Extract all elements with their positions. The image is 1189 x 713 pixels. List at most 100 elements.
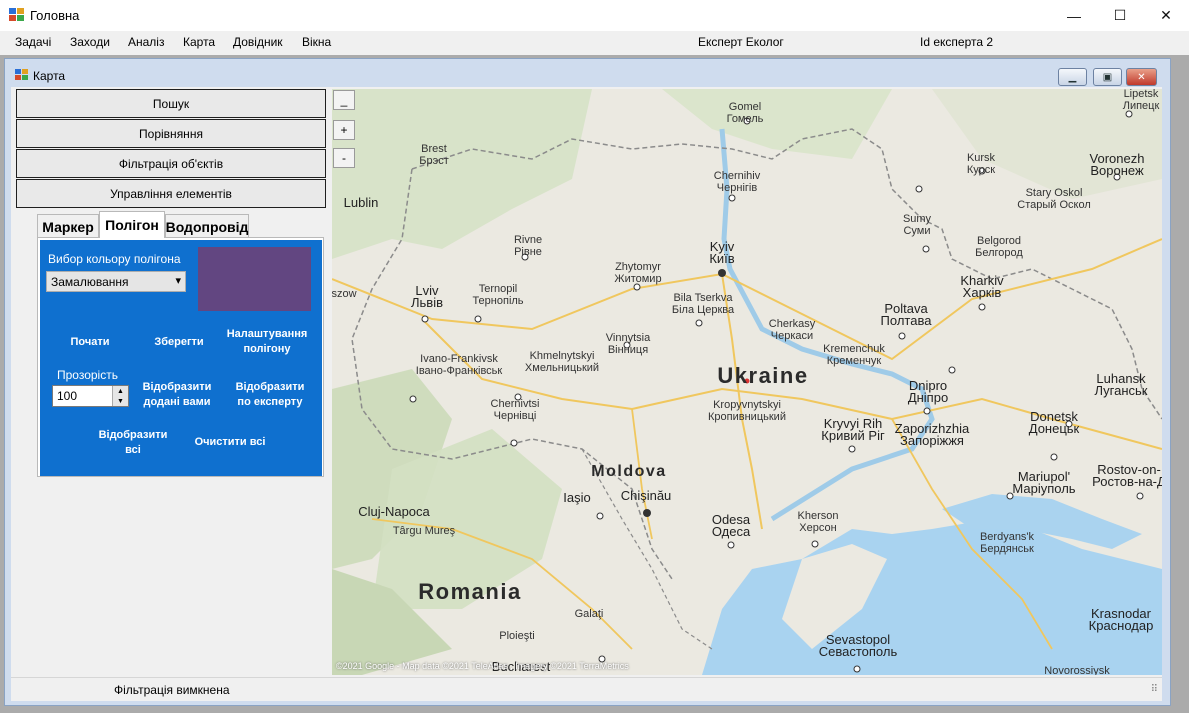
menu-reference[interactable]: Довідник <box>233 35 283 49</box>
child-client-area: Пошук Порівняння Фільтрація об'єктів Упр… <box>11 87 1162 701</box>
maximize-button[interactable]: ☐ <box>1097 0 1143 31</box>
user-role: Експерт Еколог <box>698 35 784 49</box>
fill-mode-value: Замалювання <box>51 275 129 289</box>
map-attribution: ©2021 Google - Map data ©2021 TeleAtlas … <box>336 661 629 671</box>
city-label: Chişinău <box>620 488 672 503</box>
city-label: Stary Oskol Старый Оскол <box>1017 187 1091 211</box>
restore-icon: ▣ <box>1102 71 1113 83</box>
window-title: Головна <box>30 8 80 23</box>
show-all-button[interactable]: Відобразити всі <box>93 428 173 458</box>
chevron-down-icon: ▾ <box>175 275 181 287</box>
polygon-color-swatch[interactable] <box>198 247 311 311</box>
city-label: Kyiv Київ <box>709 239 735 266</box>
city-label: Târgu Mureş <box>392 525 456 537</box>
child-restore-button[interactable]: ▣ <box>1093 68 1122 86</box>
close-button[interactable]: ✕ <box>1143 0 1189 31</box>
city-label: Rostov-on- Ростов-на-Д <box>1092 462 1162 489</box>
city-label: Vinnytsia Вінниця <box>605 332 651 356</box>
stepper-up-icon[interactable]: ▲ <box>112 386 128 396</box>
child-close-button[interactable]: ✕ <box>1126 68 1157 86</box>
menu-bar: Задачі Заходи Аналіз Карта Довідник Вікн… <box>0 31 1189 55</box>
city-label: Poltava Полтава <box>880 301 932 328</box>
city-label: Khmelnytskyi Хмельницький <box>524 350 600 374</box>
opacity-stepper[interactable]: 100 ▲ ▼ <box>52 385 129 407</box>
city-label: Iaşio <box>563 490 591 505</box>
opacity-label: Прозорість <box>57 368 118 382</box>
close-icon: ✕ <box>1160 7 1172 23</box>
tab-marker[interactable]: Маркер <box>37 214 99 238</box>
city-label: Cherkasy Черкаси <box>768 318 816 342</box>
country-label-romania: Romania <box>418 579 522 604</box>
city-label: Lviv Львів <box>410 283 444 310</box>
expert-id: Id експерта 2 <box>920 35 994 49</box>
city-label: Krasnodar Краснодар <box>1088 606 1154 633</box>
maximize-icon: ☐ <box>1113 7 1127 23</box>
search-button[interactable]: Пошук <box>16 89 326 118</box>
compare-button[interactable]: Порівняння <box>16 119 326 148</box>
zoom-out-button[interactable]: - <box>333 148 355 168</box>
polygon-color-label: Вибор кольору полігона <box>48 252 181 266</box>
city-label: Voronezh Воронеж <box>1089 151 1145 178</box>
save-button[interactable]: Зберегти <box>149 335 209 350</box>
menu-windows[interactable]: Вікна <box>302 35 331 49</box>
menu-measures[interactable]: Заходи <box>70 35 110 49</box>
city-label: Kryvyi Rih Кривий Ріг <box>821 416 885 443</box>
resize-grip-icon[interactable]: ⠿ <box>1151 684 1158 695</box>
country-label-moldova: Moldova <box>591 463 667 480</box>
country-label-ukraine: Ukraine <box>717 363 809 388</box>
tab-polygon[interactable]: Полігон <box>99 211 165 238</box>
city-label: Bila Tserkva Біла Церква <box>671 292 735 316</box>
show-by-expert-button[interactable]: Відобразити по експерту <box>230 380 310 410</box>
map-child-window: Карта ▁ ▣ ✕ Пошук Порівняння Фільтрація … <box>4 58 1171 706</box>
city-label: Donetsk Донецьк <box>1028 409 1080 436</box>
city-label: Odesa Одеса <box>711 512 751 539</box>
filter-objects-button[interactable]: Фільтрація об'єктів <box>16 149 326 178</box>
city-label: Sevastopol Севастополь <box>818 632 898 659</box>
child-minimize-button[interactable]: ▁ <box>1058 68 1087 86</box>
city-label: Kharkiv Харків <box>960 273 1004 300</box>
city-label: Kropyvnytskyi Кропивницький <box>708 399 786 423</box>
child-window-title: Карта <box>33 69 66 83</box>
city-label: Lipetsk Липецк <box>1122 89 1160 112</box>
stepper-down-icon[interactable]: ▼ <box>112 396 128 406</box>
minimize-button[interactable]: — <box>1051 0 1097 31</box>
manage-elements-button[interactable]: Управління елементів <box>16 179 326 208</box>
city-label: Ivano-Frankivsk Івано-Франківськ <box>415 353 503 377</box>
city-label: Chernivtsi Чернівці <box>490 398 540 422</box>
show-added-button[interactable]: Відобразити додані вами <box>137 380 217 410</box>
city-label: Cluj-Napoca <box>358 504 430 519</box>
city-label: Galaţi <box>574 608 604 620</box>
city-label: Zaporizhzhia Запоріжжя <box>894 421 970 448</box>
main-title-bar: Головна — ☐ ✕ <box>0 0 1189 31</box>
menu-map[interactable]: Карта <box>183 35 215 49</box>
menu-analysis[interactable]: Аналіз <box>128 35 164 49</box>
city-label: Mariupol' Маріуполь <box>1012 469 1076 496</box>
zoom-in-button[interactable]: + <box>333 120 355 140</box>
city-label: Kherson Херсон <box>797 510 839 534</box>
city-label: Dnipro Дніпро <box>907 378 949 405</box>
city-label: Rivne Рівне <box>513 234 543 258</box>
status-bar: Фільтрація вимкнена ⠿ <box>11 677 1162 700</box>
clear-all-button[interactable]: Очистити всі <box>188 435 272 450</box>
menu-tasks[interactable]: Задачі <box>15 35 51 49</box>
city-label: Belgorod Белгород <box>975 235 1023 259</box>
city-label: Berdyans'k Бердянськ <box>979 531 1035 555</box>
map-view[interactable]: _ + - Ukraine Moldova Romania Gomel Гоме… <box>332 89 1162 675</box>
city-label: Sumy Суми <box>902 213 932 237</box>
city-label: szow <box>332 288 357 300</box>
polygon-settings-button[interactable]: Налаштування полігону <box>222 327 312 357</box>
city-label: Gomel Гомель <box>726 101 764 125</box>
city-label: Novorossiysk <box>1044 665 1110 675</box>
child-window-icon <box>15 69 28 80</box>
city-label: Brest Брэст <box>419 143 449 167</box>
minimize-icon: — <box>1067 7 1081 24</box>
status-text: Фільтрація вимкнена <box>114 683 230 697</box>
tab-water-pipeline[interactable]: Водопровід <box>165 214 249 238</box>
fill-mode-select[interactable]: Замалювання ▾ <box>46 271 186 292</box>
city-label: Kremenchuk Кременчук <box>823 343 885 367</box>
city-label: Luhansk Луганськ <box>1094 371 1148 398</box>
start-button[interactable]: Почати <box>60 335 120 350</box>
zoom-reset-button[interactable]: _ <box>333 90 355 110</box>
city-label: Ploieşti <box>499 630 535 642</box>
city-label: Chernihiv Чернігів <box>713 170 761 194</box>
